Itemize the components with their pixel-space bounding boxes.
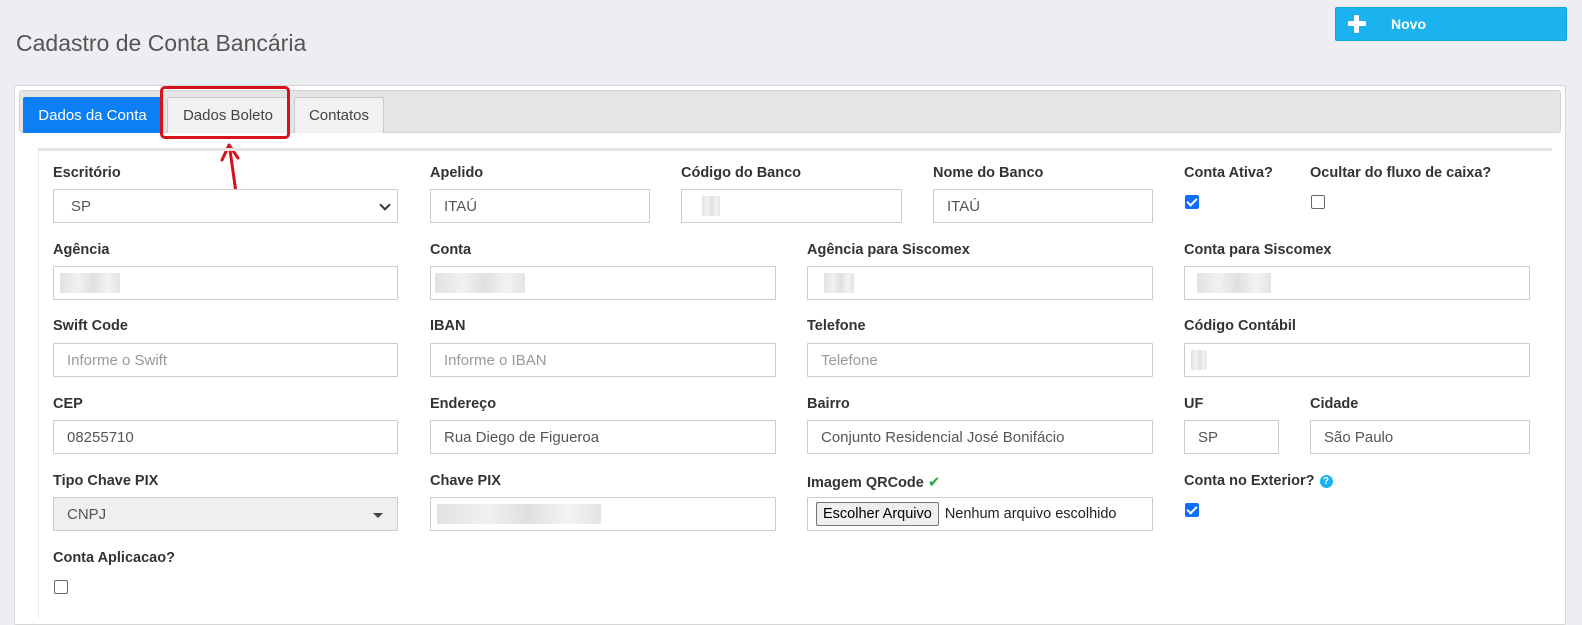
cidade-input[interactable]: São Paulo	[1310, 420, 1530, 454]
tab-dados-da-conta[interactable]: Dados da Conta	[23, 97, 162, 133]
endereco-label: Endereço	[430, 396, 497, 412]
redacted-value	[60, 273, 120, 293]
agencia-siscomex-input[interactable]	[807, 266, 1153, 300]
conta-ativa-checkbox[interactable]	[1185, 195, 1199, 209]
chave-pix-input[interactable]	[430, 497, 776, 531]
tipo-chave-pix-select[interactable]: CNPJ	[53, 497, 398, 531]
ocultar-fluxo-checkbox[interactable]	[1311, 195, 1325, 209]
swift-label: Swift Code	[53, 318, 128, 334]
telefone-label: Telefone	[807, 318, 866, 334]
chevron-down-icon	[379, 199, 391, 211]
conta-input[interactable]	[430, 266, 776, 300]
conta-label: Conta	[430, 242, 472, 258]
chave-pix-label: Chave PIX	[430, 473, 501, 489]
imagem-qrcode-label-text: Imagem QRCode	[807, 475, 924, 491]
tab-contatos[interactable]: Contatos	[294, 97, 384, 133]
escritorio-value: SP	[71, 197, 92, 215]
tab-strip: Dados da Conta Dados Boleto Contatos	[19, 90, 1561, 133]
tipo-chave-pix-label: Tipo Chave PIX	[53, 473, 159, 489]
file-status-text: Nenhum arquivo escolhido	[944, 506, 1117, 522]
agencia-input[interactable]	[53, 266, 398, 300]
tab-dados-boleto[interactable]: Dados Boleto	[167, 97, 289, 133]
choose-file-button[interactable]: Escolher Arquivo	[816, 502, 939, 526]
redacted-value	[702, 196, 720, 216]
redacted-value	[1191, 350, 1207, 370]
redacted-value	[435, 273, 525, 293]
conta-exterior-label-text: Conta no Exterior?	[1184, 473, 1315, 489]
new-button[interactable]: Novo	[1335, 7, 1567, 41]
uf-label: UF	[1184, 396, 1204, 412]
conta-siscomex-input[interactable]	[1184, 266, 1530, 300]
nome-banco-input[interactable]: ITAÚ	[933, 189, 1153, 223]
apelido-label: Apelido	[430, 165, 484, 181]
question-circle-icon[interactable]: ?	[1319, 475, 1333, 488]
conta-aplicacao-checkbox[interactable]	[54, 580, 68, 594]
redacted-value	[437, 504, 601, 524]
caret-down-icon	[373, 513, 383, 518]
endereco-input[interactable]: Rua Diego de Figueroa	[430, 420, 776, 454]
agencia-siscomex-label: Agência para Siscomex	[807, 242, 970, 258]
agencia-label: Agência	[53, 242, 110, 258]
telefone-input[interactable]: Telefone	[807, 343, 1153, 377]
codigo-banco-label: Código do Banco	[681, 165, 802, 181]
cep-label: CEP	[53, 396, 83, 412]
iban-label: IBAN	[430, 318, 466, 334]
nome-banco-label: Nome do Banco	[933, 165, 1044, 181]
codigo-contabil-input[interactable]	[1184, 343, 1530, 377]
uf-input[interactable]: SP	[1184, 420, 1279, 454]
redacted-value	[1197, 273, 1271, 293]
conta-siscomex-label: Conta para Siscomex	[1184, 242, 1332, 258]
conta-aplicacao-label: Conta Aplicacao?	[53, 550, 175, 566]
codigo-contabil-label: Código Contábil	[1184, 318, 1296, 334]
conta-ativa-label: Conta Ativa?	[1184, 165, 1273, 181]
tipo-chave-pix-value: CNPJ	[67, 505, 107, 523]
swift-input[interactable]: Informe o Swift	[53, 343, 398, 377]
codigo-banco-input[interactable]	[681, 189, 902, 223]
cep-input[interactable]: 08255710	[53, 420, 398, 454]
escritorio-label: Escritório	[53, 165, 121, 181]
ocultar-fluxo-label: Ocultar do fluxo de caixa?	[1310, 165, 1492, 181]
redacted-value	[824, 273, 854, 293]
new-button-label: Novo	[1391, 16, 1426, 32]
apelido-input[interactable]: ITAÚ	[430, 189, 650, 223]
iban-input[interactable]: Informe o IBAN	[430, 343, 776, 377]
bairro-label: Bairro	[807, 396, 850, 412]
bairro-input[interactable]: Conjunto Residencial José Bonifácio	[807, 420, 1153, 454]
cidade-label: Cidade	[1310, 396, 1359, 412]
imagem-qrcode-label: Imagem QRCode ✔	[807, 473, 940, 491]
conta-exterior-checkbox[interactable]	[1185, 503, 1199, 517]
imagem-qrcode-file-input[interactable]: Escolher Arquivo Nenhum arquivo escolhid…	[807, 497, 1153, 531]
check-icon: ✔	[927, 474, 941, 491]
plus-icon	[1348, 15, 1366, 33]
conta-exterior-label: Conta no Exterior??	[1184, 473, 1333, 489]
escritorio-select[interactable]: SP	[53, 189, 398, 223]
page-title: Cadastro de Conta Bancária	[16, 30, 307, 56]
